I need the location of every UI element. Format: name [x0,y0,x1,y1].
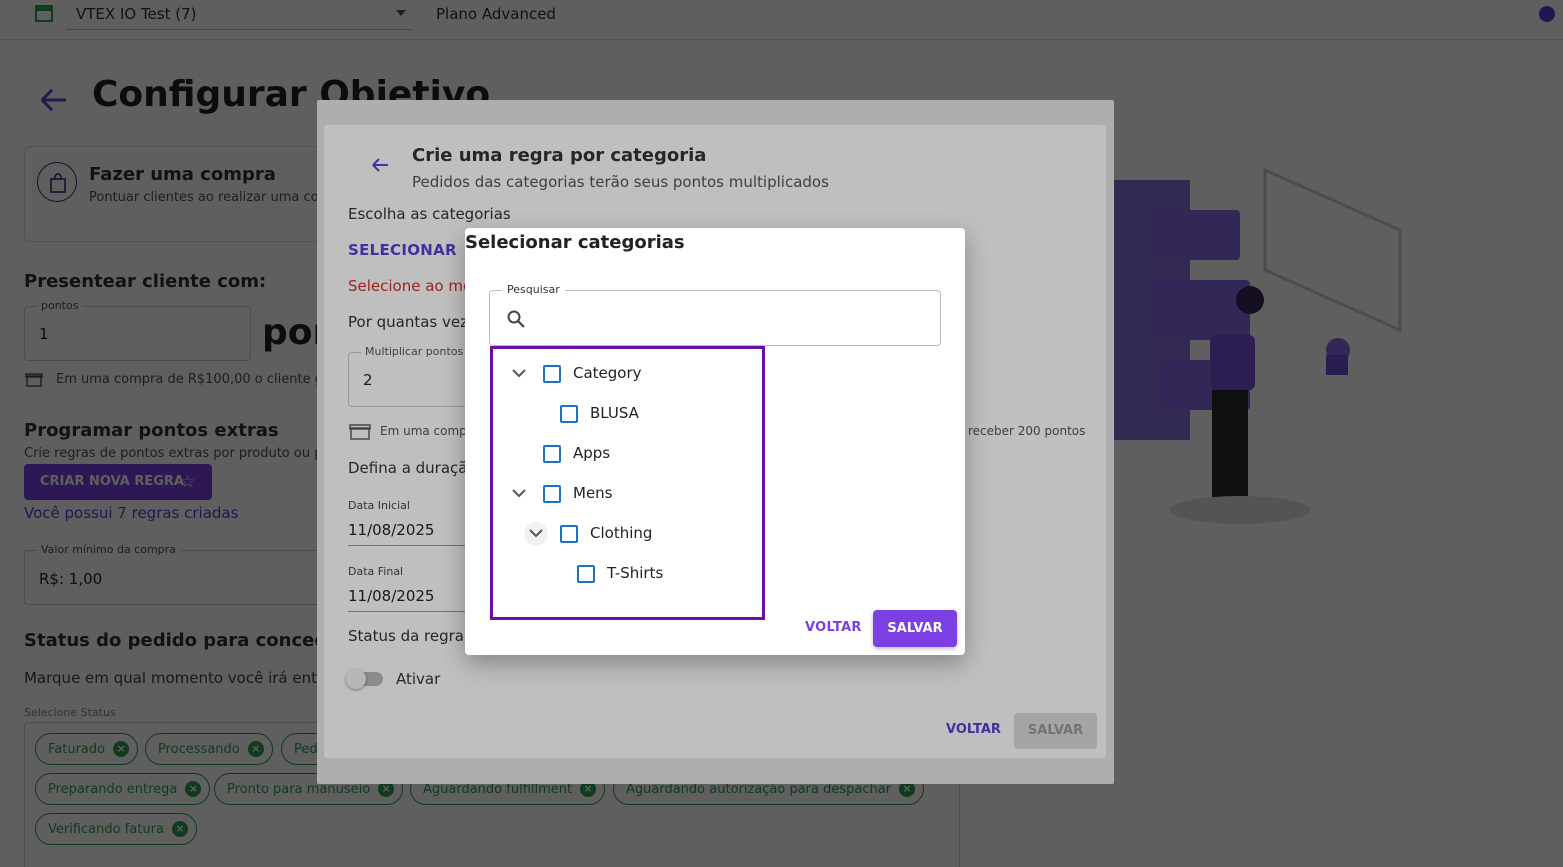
search-label: Pesquisar [502,283,565,296]
search-field[interactable]: Pesquisar [489,283,941,346]
tree-item-mens[interactable]: Mens [493,474,753,514]
tree-item-label: T-Shirts [607,564,664,582]
checkbox[interactable] [543,445,561,463]
checkbox[interactable] [543,485,561,503]
checkbox[interactable] [577,565,595,583]
tree-item-clothing[interactable]: Clothing [493,514,753,554]
modal-save-button[interactable]: SALVAR [873,610,957,647]
modal-back-button[interactable]: VOLTAR [805,620,862,635]
search-icon [507,310,525,328]
tree-item-label: Mens [573,484,613,502]
tree-item-label: Category [573,364,642,382]
tree-item-apps[interactable]: Apps [493,434,753,474]
search-input[interactable] [538,305,928,331]
chevron-down-icon[interactable] [507,482,531,506]
checkbox[interactable] [543,365,561,383]
checkbox[interactable] [560,405,578,423]
checkbox[interactable] [560,525,578,543]
chevron-down-icon[interactable] [524,522,548,546]
tree-item-label: BLUSA [590,404,639,422]
tree-item-label: Clothing [590,524,653,542]
category-tree: Category BLUSA Apps Mens Clothing T-Shir… [490,346,765,620]
tree-item-tshirts[interactable]: T-Shirts [493,554,753,594]
chevron-down-icon[interactable] [507,362,531,386]
tree-item-label: Apps [573,444,611,462]
select-categories-modal: Selecionar categorias Pesquisar Category… [465,228,965,655]
tree-item-category[interactable]: Category [493,354,753,394]
tree-item-blusa[interactable]: BLUSA [493,394,753,434]
modal-title: Selecionar categorias [465,232,685,253]
